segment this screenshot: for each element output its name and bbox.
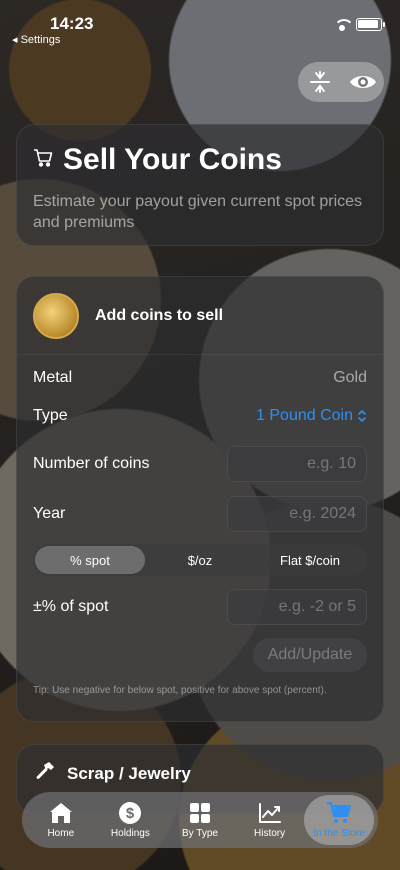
- tab-in-the-store[interactable]: In the Store: [304, 795, 374, 845]
- count-label: Number of coins: [33, 455, 150, 472]
- tab-by-type[interactable]: By Type: [165, 795, 235, 845]
- metal-value: Gold: [333, 369, 367, 386]
- chevron-updown-icon: [358, 409, 366, 423]
- page-subtitle: Estimate your payout given current spot …: [33, 193, 363, 231]
- spot-percent-input[interactable]: [227, 589, 367, 625]
- tab-label-in-the-store: In the Store: [313, 828, 366, 839]
- compress-icon[interactable]: [302, 64, 338, 100]
- tab-history[interactable]: History: [235, 795, 305, 845]
- add-update-button[interactable]: Add/Update: [253, 638, 367, 672]
- tab-label-by-type: By Type: [182, 828, 218, 839]
- scrap-label: Scrap / Jewelry: [67, 764, 191, 783]
- segment-flat-per-coin[interactable]: Flat $/coin: [255, 546, 365, 574]
- view-controls: [298, 62, 384, 102]
- count-row: Number of coins: [33, 445, 367, 483]
- year-row: Year: [33, 495, 367, 533]
- battery-icon: [356, 18, 385, 31]
- grid-icon: [187, 801, 213, 825]
- tab-home[interactable]: Home: [26, 795, 96, 845]
- type-value: 1 Pound Coin: [256, 407, 353, 424]
- year-input[interactable]: [227, 496, 367, 532]
- tab-label-holdings: Holdings: [110, 828, 150, 839]
- tab-bar: Home $ Holdings By Type History In the S…: [22, 792, 378, 848]
- cart-icon: [33, 148, 53, 172]
- svg-text:$: $: [126, 805, 135, 822]
- spot-row: ±% of spot: [33, 588, 367, 626]
- coin-thumbnail: [33, 292, 79, 339]
- status-time: 14:23: [50, 14, 94, 33]
- eye-icon[interactable]: [345, 64, 381, 100]
- house-icon: [48, 801, 74, 825]
- type-label: Type: [33, 407, 68, 424]
- segment-percent-spot[interactable]: % spot: [35, 546, 145, 574]
- hammer-icon: [33, 761, 55, 788]
- tip-text: Tip: Use negative for below spot, positi…: [33, 685, 327, 696]
- status-bar: 14:23 ◂ Settings: [0, 14, 400, 46]
- form-header: Add coins to sell: [17, 277, 383, 355]
- metal-label: Metal: [33, 369, 73, 386]
- chart-icon: [257, 801, 283, 825]
- add-coins-form: Add coins to sell Metal Gold Type 1 Poun…: [16, 276, 384, 722]
- tab-label-history: History: [254, 828, 286, 839]
- segment-per-oz[interactable]: $/oz: [145, 546, 255, 574]
- dollar-circle-icon: $: [117, 801, 143, 825]
- cart-icon: [326, 801, 352, 825]
- tab-holdings[interactable]: $ Holdings: [96, 795, 166, 845]
- type-picker[interactable]: 1 Pound Coin: [256, 407, 367, 425]
- type-row: Type 1 Pound Coin: [33, 403, 367, 429]
- metal-row: Metal Gold: [33, 365, 367, 391]
- wifi-icon: [334, 18, 354, 31]
- page-title: Sell Your Coins: [63, 143, 282, 176]
- back-to-settings-link[interactable]: ◂ Settings: [12, 33, 60, 46]
- title-card: Sell Your Coins Estimate your payout giv…: [16, 124, 384, 246]
- premium-mode-segmented-control: % spot $/oz Flat $/coin: [33, 544, 367, 576]
- form-header-label: Add coins to sell: [95, 306, 224, 324]
- count-input[interactable]: [227, 446, 367, 482]
- year-label: Year: [33, 505, 66, 522]
- status-icons: [334, 18, 385, 31]
- spot-label: ±% of spot: [33, 598, 109, 615]
- tab-label-home: Home: [47, 828, 75, 839]
